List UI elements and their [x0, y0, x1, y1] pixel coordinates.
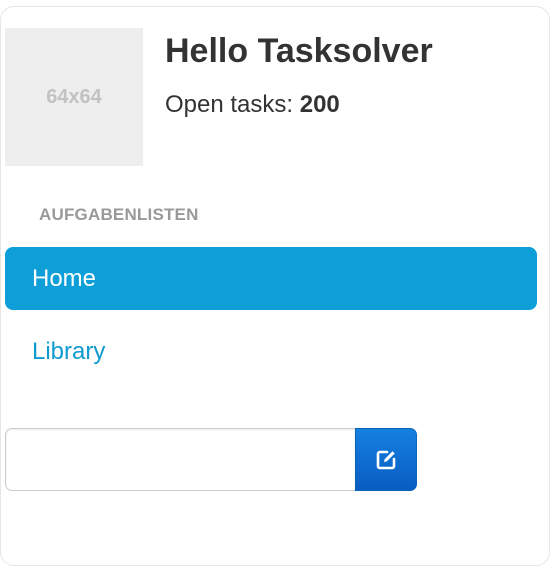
add-list-button[interactable]	[355, 428, 417, 491]
edit-icon	[375, 449, 397, 471]
avatar-placeholder: 64x64	[5, 28, 143, 166]
sidebar-item-home[interactable]: Home	[5, 247, 537, 310]
sidebar-item-label: Home	[32, 264, 97, 292]
open-tasks-label: Open tasks:	[165, 91, 300, 118]
open-tasks-count: 200	[299, 91, 340, 118]
greeting-title: Hello Tasksolver	[165, 32, 433, 70]
open-tasks-info: Open tasks: 200	[165, 91, 340, 119]
section-header-task-lists: AUFGABENLISTEN	[39, 205, 199, 224]
avatar-placeholder-text: 64x64	[46, 85, 102, 108]
sidebar-item-label: Library	[32, 337, 106, 365]
new-list-input-group	[5, 428, 417, 491]
new-list-input[interactable]	[5, 428, 355, 491]
sidebar-item-library[interactable]: Library	[5, 320, 537, 383]
